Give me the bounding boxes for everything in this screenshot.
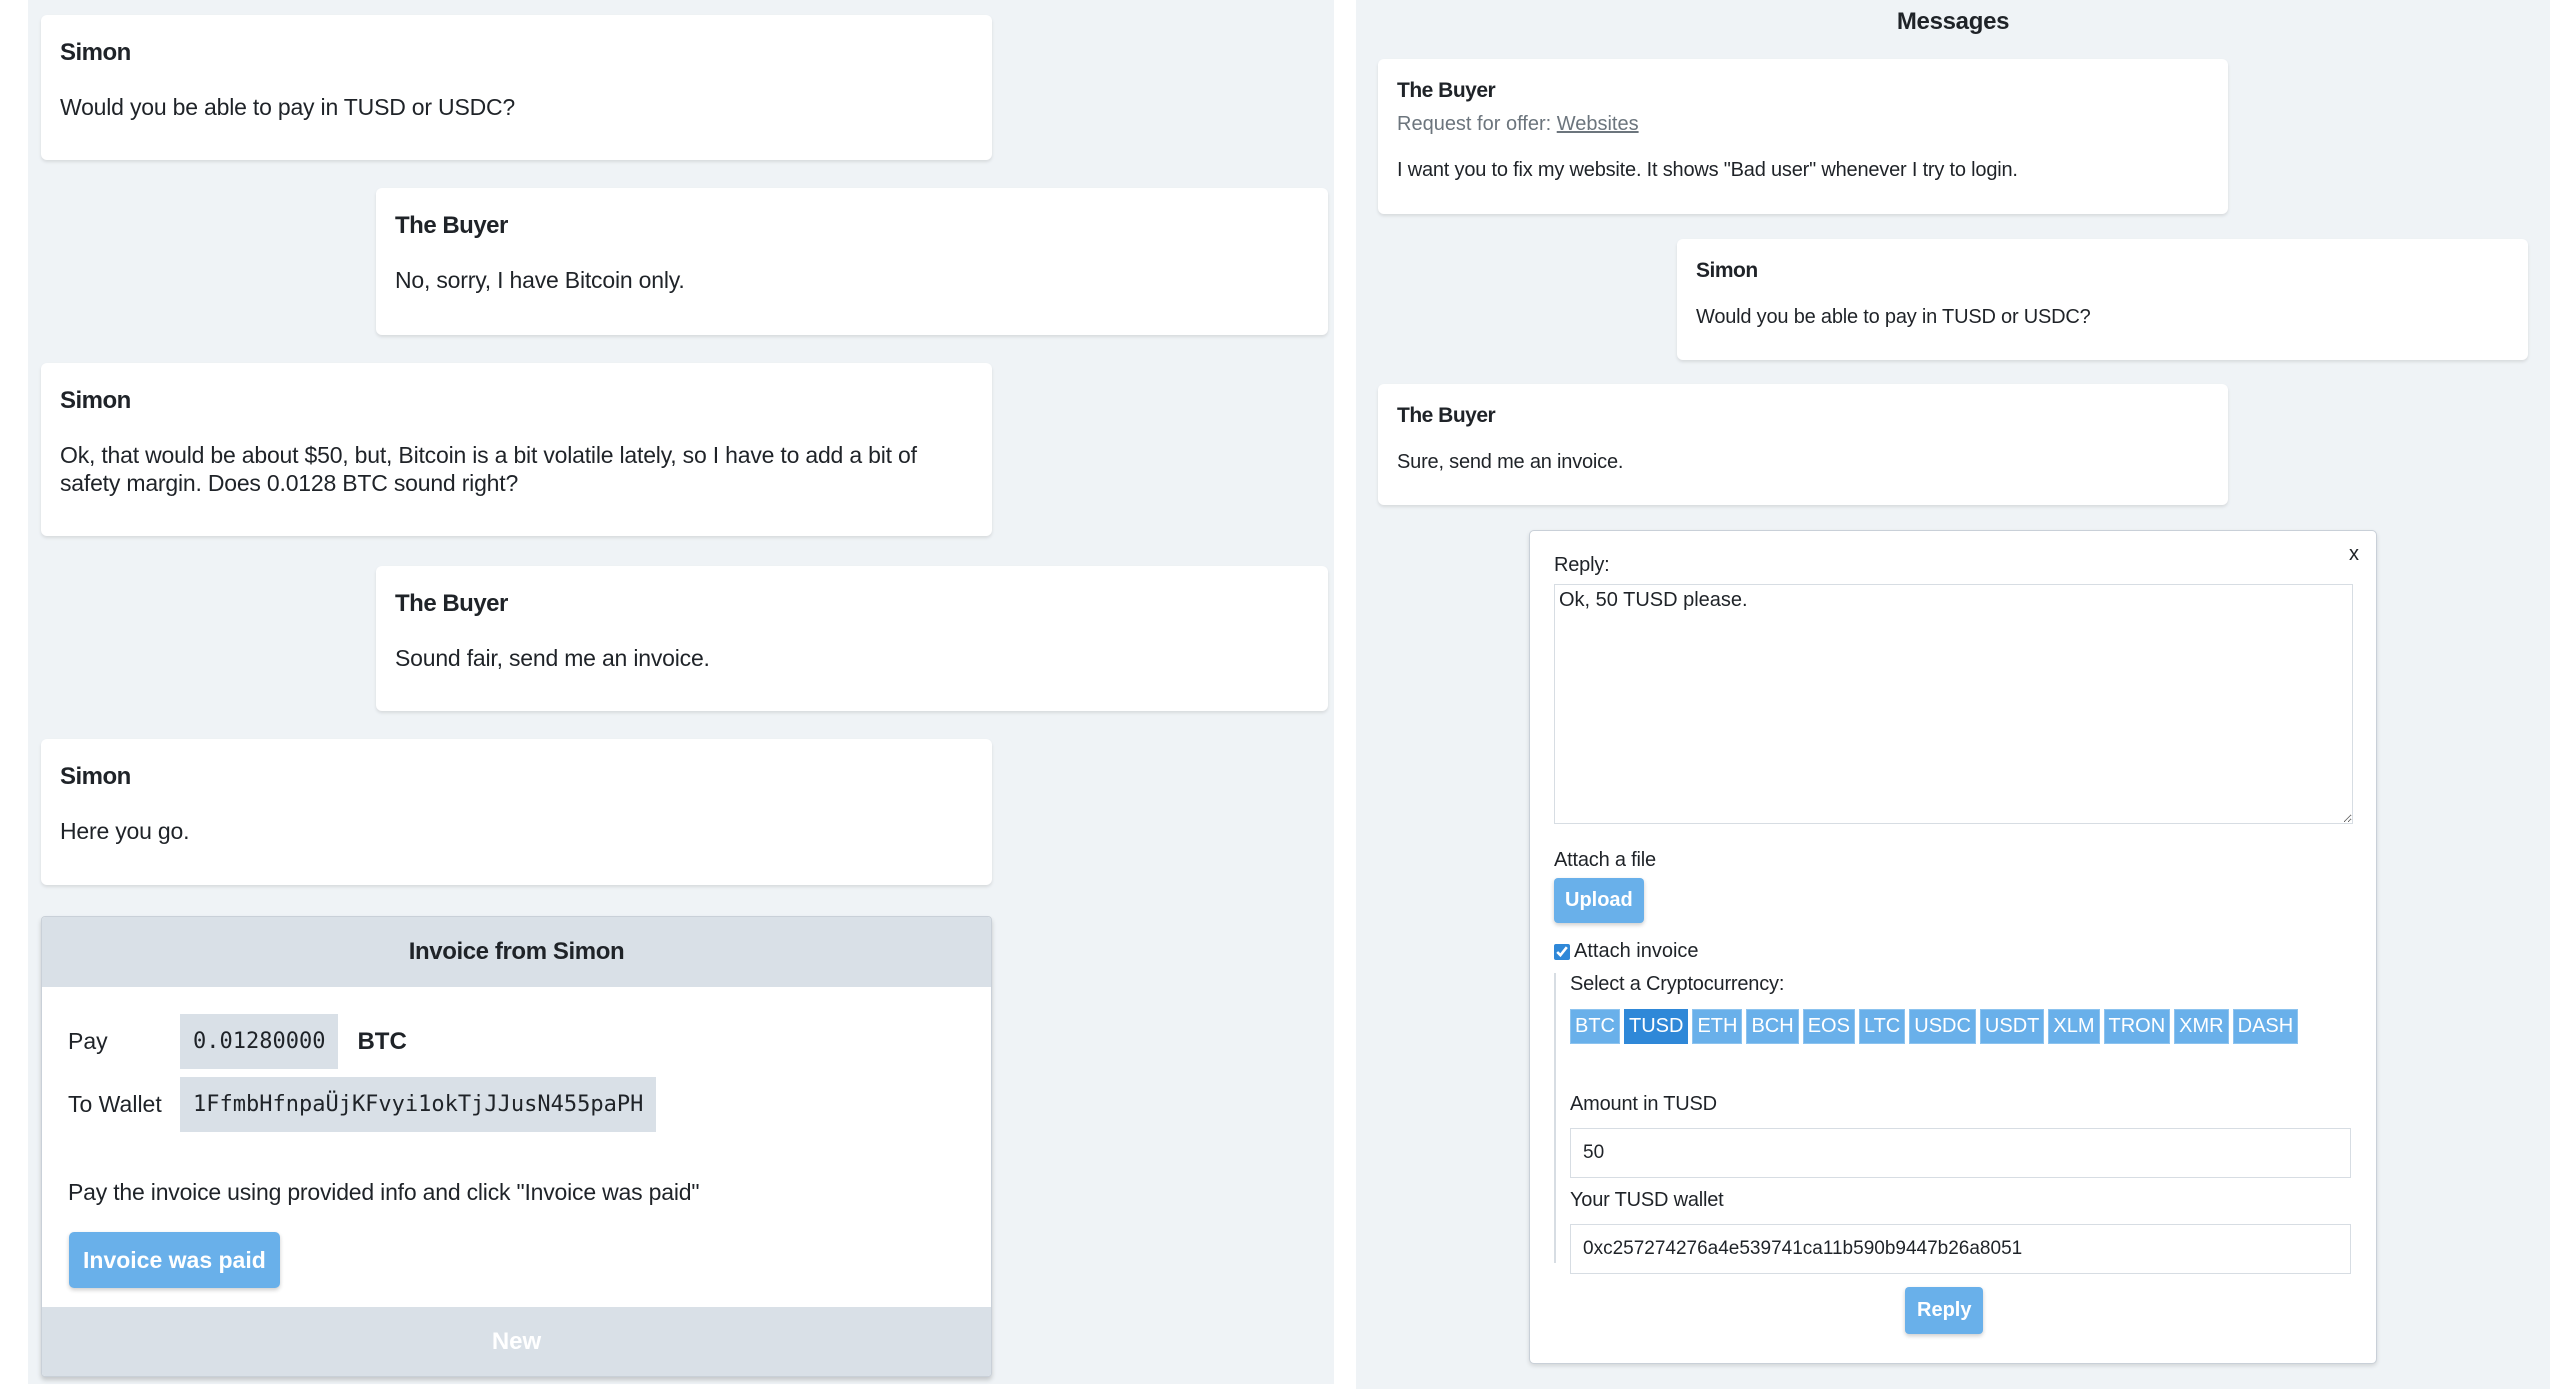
message-text: Sure, send me an invoice. bbox=[1397, 451, 1624, 473]
crypto-option-xlm[interactable]: XLM bbox=[2048, 1009, 2100, 1044]
reply-label: Reply: bbox=[1554, 554, 1610, 576]
crypto-option-btc[interactable]: BTC bbox=[1570, 1009, 1620, 1044]
invoice-pay-row: Pay 0.01280000 BTC bbox=[68, 1014, 407, 1069]
message-text: Here you go. bbox=[60, 818, 190, 844]
message-author: Simon bbox=[60, 387, 131, 414]
message-text: Would you be able to pay in TUSD or USDC… bbox=[60, 94, 516, 120]
pay-label: Pay bbox=[68, 1028, 108, 1054]
page-title: Messages bbox=[1896, 8, 2010, 35]
amount-label: Amount in TUSD bbox=[1570, 1093, 1717, 1115]
request-prefix: Request for offer: bbox=[1397, 113, 1557, 135]
message-card: Simon Would you be able to pay in TUSD o… bbox=[1677, 239, 2528, 360]
message-card: The Buyer Sound fair, send me an invoice… bbox=[376, 566, 1328, 711]
invoice-was-paid-button[interactable]: Invoice was paid bbox=[69, 1232, 280, 1288]
wallet-input[interactable] bbox=[1570, 1224, 2351, 1274]
crypto-option-usdt[interactable]: USDT bbox=[1979, 1009, 2045, 1044]
crypto-option-xmr[interactable]: XMR bbox=[2174, 1009, 2229, 1044]
invoice-card: Invoice from Simon Pay 0.01280000 BTC To… bbox=[41, 916, 992, 1377]
crypto-selector: BTC TUSD ETH BCH EOS LTC USDC USDT XLM T… bbox=[1570, 1009, 2299, 1044]
message-author: Simon bbox=[60, 763, 131, 790]
request-for-offer: Request for offer: Websites bbox=[1397, 113, 2209, 136]
message-card: The Buyer No, sorry, I have Bitcoin only… bbox=[376, 188, 1328, 335]
pay-currency: BTC bbox=[357, 1027, 407, 1055]
upload-button[interactable]: Upload bbox=[1554, 878, 1644, 923]
crypto-option-ltc[interactable]: LTC bbox=[1858, 1009, 1906, 1044]
attach-invoice-toggle[interactable]: Attach invoice bbox=[1554, 940, 1699, 963]
crypto-option-tusd[interactable]: TUSD bbox=[1624, 1009, 1689, 1044]
wallet-address: 1FfmbHfnpaÜjKFvyi1okTjJJusN455paPH bbox=[180, 1077, 657, 1132]
attach-invoice-label: Attach invoice bbox=[1574, 940, 1699, 962]
crypto-option-bch[interactable]: BCH bbox=[1746, 1009, 1799, 1044]
message-card: Simon Would you be able to pay in TUSD o… bbox=[41, 15, 992, 160]
close-icon[interactable]: x bbox=[2349, 543, 2359, 566]
attach-invoice-checkbox[interactable] bbox=[1554, 943, 1570, 960]
invoice-instructions: Pay the invoice using provided info and … bbox=[68, 1179, 700, 1205]
messages-panel-right: Messages The Buyer Request for offer: We… bbox=[1356, 0, 2550, 1389]
wallet-label: To Wallet bbox=[68, 1091, 162, 1117]
select-crypto-label: Select a Cryptocurrency: bbox=[1570, 973, 1785, 995]
crypto-option-eos[interactable]: EOS bbox=[1802, 1009, 1855, 1044]
message-author: Simon bbox=[1696, 259, 1758, 282]
crypto-option-dash[interactable]: DASH bbox=[2232, 1009, 2299, 1044]
message-author: The Buyer bbox=[395, 212, 508, 239]
message-text: Would you be able to pay in TUSD or USDC… bbox=[1696, 306, 2091, 328]
invoice-settings: Select a Cryptocurrency: BTC TUSD ETH BC… bbox=[1554, 973, 2354, 1274]
reply-textarea[interactable]: Ok, 50 TUSD please. bbox=[1554, 584, 2353, 824]
amount-input[interactable] bbox=[1570, 1128, 2351, 1178]
invoice-body: Pay 0.01280000 BTC To Wallet 1FfmbHfnpaÜ… bbox=[42, 987, 991, 1307]
crypto-option-eth[interactable]: ETH bbox=[1692, 1009, 1743, 1044]
offer-link[interactable]: Websites bbox=[1557, 113, 1639, 135]
crypto-option-usdc[interactable]: USDC bbox=[1909, 1009, 1976, 1044]
invoice-status: New bbox=[42, 1307, 991, 1376]
reply-form: x Reply: Ok, 50 TUSD please. Attach a fi… bbox=[1529, 530, 2377, 1364]
message-author: The Buyer bbox=[395, 590, 508, 617]
message-text: I want you to fix my website. It shows "… bbox=[1397, 159, 2018, 181]
message-author: The Buyer bbox=[1397, 79, 1496, 102]
message-card: The Buyer Request for offer: Websites I … bbox=[1378, 59, 2228, 214]
message-card: Simon Here you go. bbox=[41, 739, 992, 885]
message-card: The Buyer Sure, send me an invoice. bbox=[1378, 384, 2228, 505]
invoice-title: Invoice from Simon bbox=[42, 917, 991, 987]
message-text: No, sorry, I have Bitcoin only. bbox=[395, 267, 685, 293]
attach-file-label: Attach a file bbox=[1554, 849, 1656, 871]
pay-amount: 0.01280000 bbox=[180, 1014, 339, 1069]
message-author: Simon bbox=[60, 39, 131, 66]
conversation-panel-left: Simon Would you be able to pay in TUSD o… bbox=[28, 0, 1334, 1384]
reply-submit-button[interactable]: Reply bbox=[1905, 1287, 1984, 1334]
crypto-option-tron[interactable]: TRON bbox=[2103, 1009, 2171, 1044]
wallet-label: Your TUSD wallet bbox=[1570, 1189, 1724, 1211]
message-card: Simon Ok, that would be about $50, but, … bbox=[41, 363, 992, 536]
message-author: The Buyer bbox=[1397, 404, 1496, 427]
message-text: Sound fair, send me an invoice. bbox=[395, 645, 710, 671]
invoice-wallet-row: To Wallet 1FfmbHfnpaÜjKFvyi1okTjJJusN455… bbox=[68, 1077, 657, 1132]
message-text: Ok, that would be about $50, but, Bitcoi… bbox=[60, 442, 917, 496]
